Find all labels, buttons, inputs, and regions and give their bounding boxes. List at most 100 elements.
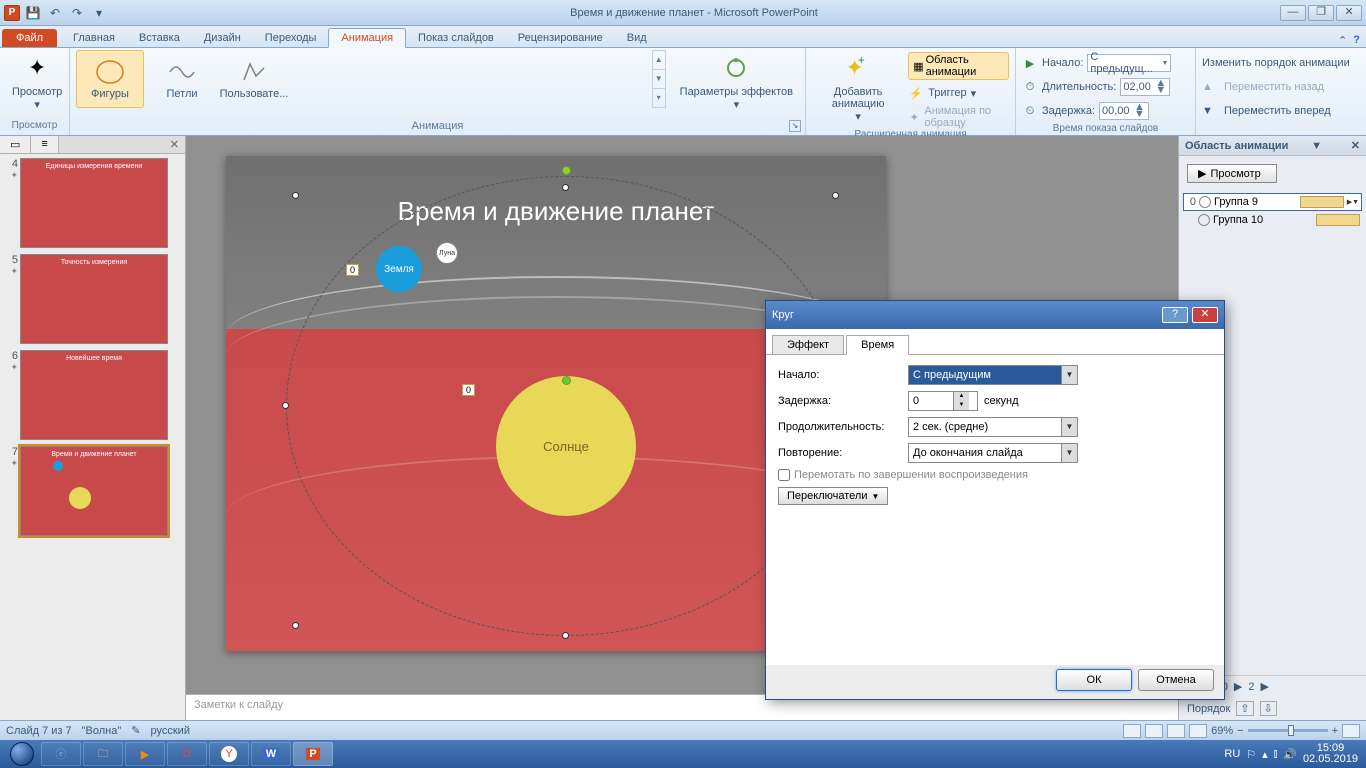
view-slideshow-icon[interactable] <box>1189 724 1207 738</box>
dlg-delay-input[interactable]: ▲▼ <box>908 391 978 411</box>
tab-review[interactable]: Рецензирование <box>506 29 615 47</box>
sel-handle-n[interactable] <box>562 184 569 191</box>
tray-up-icon[interactable]: ▴ <box>1262 748 1268 761</box>
start-button[interactable] <box>4 741 40 767</box>
slides-tab[interactable]: ▭ <box>0 136 31 153</box>
gallery-up-icon[interactable]: ▲ <box>653 51 665 70</box>
anim-play-button[interactable]: ▶Просмотр <box>1187 164 1277 183</box>
anim-pane-close-icon[interactable]: ✕ <box>1351 139 1360 152</box>
view-sorter-icon[interactable] <box>1145 724 1163 738</box>
trigger-button[interactable]: ⚡Триггер ▾ <box>908 82 1009 104</box>
fit-window-icon[interactable] <box>1342 724 1360 738</box>
sun-shape[interactable]: Солнце <box>496 376 636 516</box>
timeline-next-icon[interactable]: ▶ <box>1234 680 1242 693</box>
tray-network-icon[interactable]: ⫾ <box>1274 748 1278 761</box>
taskbar-opera[interactable]: O <box>167 742 207 766</box>
taskbar-powerpoint[interactable]: P <box>293 742 333 766</box>
slide-thumb[interactable]: Новейшее время <box>20 350 168 440</box>
qat-more-icon[interactable]: ▾ <box>90 4 108 22</box>
help-icon[interactable]: ? <box>1353 34 1360 47</box>
path-handle[interactable] <box>562 376 571 385</box>
taskbar-word[interactable]: W <box>251 742 291 766</box>
anim-tag-0a[interactable]: 0 <box>346 264 359 276</box>
rotate-handle[interactable] <box>562 166 571 175</box>
dialog-tab-effect[interactable]: Эффект <box>772 335 844 354</box>
close-button[interactable]: ✕ <box>1336 5 1362 21</box>
view-normal-icon[interactable] <box>1123 724 1141 738</box>
anim-gallery-loops[interactable]: Петли <box>148 50 216 108</box>
redo-icon[interactable]: ↷ <box>68 4 86 22</box>
zoom-slider[interactable] <box>1248 729 1328 732</box>
dlg-duration-dropdown[interactable]: 2 сек. (средне)▼ <box>908 417 1078 437</box>
outline-tab[interactable]: ≡ <box>31 136 58 153</box>
dialog-tab-time[interactable]: Время <box>846 335 909 355</box>
zoom-out-icon[interactable]: − <box>1237 725 1243 737</box>
save-icon[interactable]: 💾 <box>24 4 42 22</box>
timeline-end-icon[interactable]: ▶ <box>1261 680 1269 693</box>
dlg-rewind-checkbox[interactable]: Перемотать по завершении воспроизведения <box>778 469 1028 481</box>
tab-animation[interactable]: Анимация <box>328 28 406 48</box>
language-status[interactable]: русский <box>151 725 190 737</box>
delay-input[interactable]: 00,00▲▼ <box>1099 102 1149 120</box>
order-up-icon[interactable]: ⇧ <box>1236 701 1253 716</box>
sel-handle-sw[interactable] <box>292 622 299 629</box>
dialog-close-icon[interactable]: ✕ <box>1192 307 1218 323</box>
order-down-icon[interactable]: ⇩ <box>1260 701 1277 716</box>
zoom-level[interactable]: 69% <box>1211 725 1233 737</box>
sel-handle-nw[interactable] <box>292 192 299 199</box>
taskbar-yandex[interactable]: Y <box>209 742 249 766</box>
duration-input[interactable]: 02,00▲▼ <box>1120 78 1170 96</box>
group-launcher-icon[interactable]: ↘ <box>789 120 801 132</box>
animation-pane-button[interactable]: ▦Область анимации <box>908 52 1009 80</box>
tray-action-center-icon[interactable]: ⚐ <box>1246 748 1256 761</box>
anim-gallery-shapes[interactable]: Фигуры <box>76 50 144 108</box>
minimize-button[interactable]: — <box>1280 5 1306 21</box>
dlg-start-dropdown[interactable]: С предыдущим▼ <box>908 365 1078 385</box>
tab-design[interactable]: Дизайн <box>192 29 253 47</box>
tray-clock[interactable]: 15:0902.05.2019 <box>1303 743 1358 765</box>
earth-shape[interactable]: Земля <box>376 246 422 292</box>
move-later-button[interactable]: ▼ Переместить вперед <box>1202 100 1350 122</box>
undo-icon[interactable]: ↶ <box>46 4 64 22</box>
file-tab[interactable]: Файл <box>2 29 57 47</box>
tray-lang[interactable]: RU <box>1224 748 1240 760</box>
slide-thumb[interactable]: Точность измерения <box>20 254 168 344</box>
gallery-down-icon[interactable]: ▼ <box>653 70 665 89</box>
anim-list-item[interactable]: Группа 10 <box>1183 211 1362 229</box>
view-reading-icon[interactable] <box>1167 724 1185 738</box>
tab-transitions[interactable]: Переходы <box>253 29 329 47</box>
anim-pane-dropdown-icon[interactable]: ▼ <box>1311 140 1322 152</box>
tab-view[interactable]: Вид <box>615 29 659 47</box>
ribbon-minimize-icon[interactable]: ⌃ <box>1338 34 1347 47</box>
tab-home[interactable]: Главная <box>61 29 127 47</box>
anim-list-item[interactable]: 0Группа 9▶▼ <box>1183 193 1362 211</box>
maximize-button[interactable]: ❐ <box>1308 5 1334 21</box>
dialog-ok-button[interactable]: ОК <box>1056 669 1132 691</box>
taskbar-ie[interactable]: ⓔ <box>41 742 81 766</box>
panel-close-icon[interactable]: ✕ <box>164 136 185 153</box>
slide-thumb[interactable]: Время и движение планет <box>20 446 168 536</box>
taskbar-wmp[interactable]: ▶ <box>125 742 165 766</box>
moon-shape[interactable]: Луна <box>436 242 458 264</box>
sel-handle-ne[interactable] <box>832 192 839 199</box>
preview-button[interactable]: ✦ Просмотр▾ <box>6 50 68 113</box>
slide-thumb[interactable]: Единицы измерения времени <box>20 158 168 248</box>
spellcheck-icon[interactable]: ✎ <box>131 724 140 737</box>
dlg-repeat-dropdown[interactable]: До окончания слайда▼ <box>908 443 1078 463</box>
start-dropdown[interactable]: С предыдущ...▼ <box>1087 54 1171 72</box>
tray-volume-icon[interactable]: 🔊 <box>1283 748 1297 761</box>
sel-handle-s[interactable] <box>562 632 569 639</box>
anim-gallery-custom[interactable]: Пользовате... <box>220 50 288 108</box>
add-animation-button[interactable]: ✦+ Добавить анимацию▾ <box>812 50 904 125</box>
dialog-cancel-button[interactable]: Отмена <box>1138 669 1214 691</box>
sel-handle-w[interactable] <box>282 402 289 409</box>
anim-item-menu-icon[interactable]: ▶▼ <box>1347 198 1359 206</box>
taskbar-explorer[interactable]: 🗀 <box>83 742 123 766</box>
tab-slideshow[interactable]: Показ слайдов <box>406 29 506 47</box>
tab-insert[interactable]: Вставка <box>127 29 192 47</box>
dlg-triggers-button[interactable]: Переключатели ▼ <box>778 487 888 505</box>
anim-tag-0b[interactable]: 0 <box>462 384 475 396</box>
dialog-help-icon[interactable]: ? <box>1162 307 1188 323</box>
zoom-in-icon[interactable]: + <box>1332 725 1338 737</box>
effect-options-button[interactable]: Параметры эффектов▾ <box>674 50 799 113</box>
